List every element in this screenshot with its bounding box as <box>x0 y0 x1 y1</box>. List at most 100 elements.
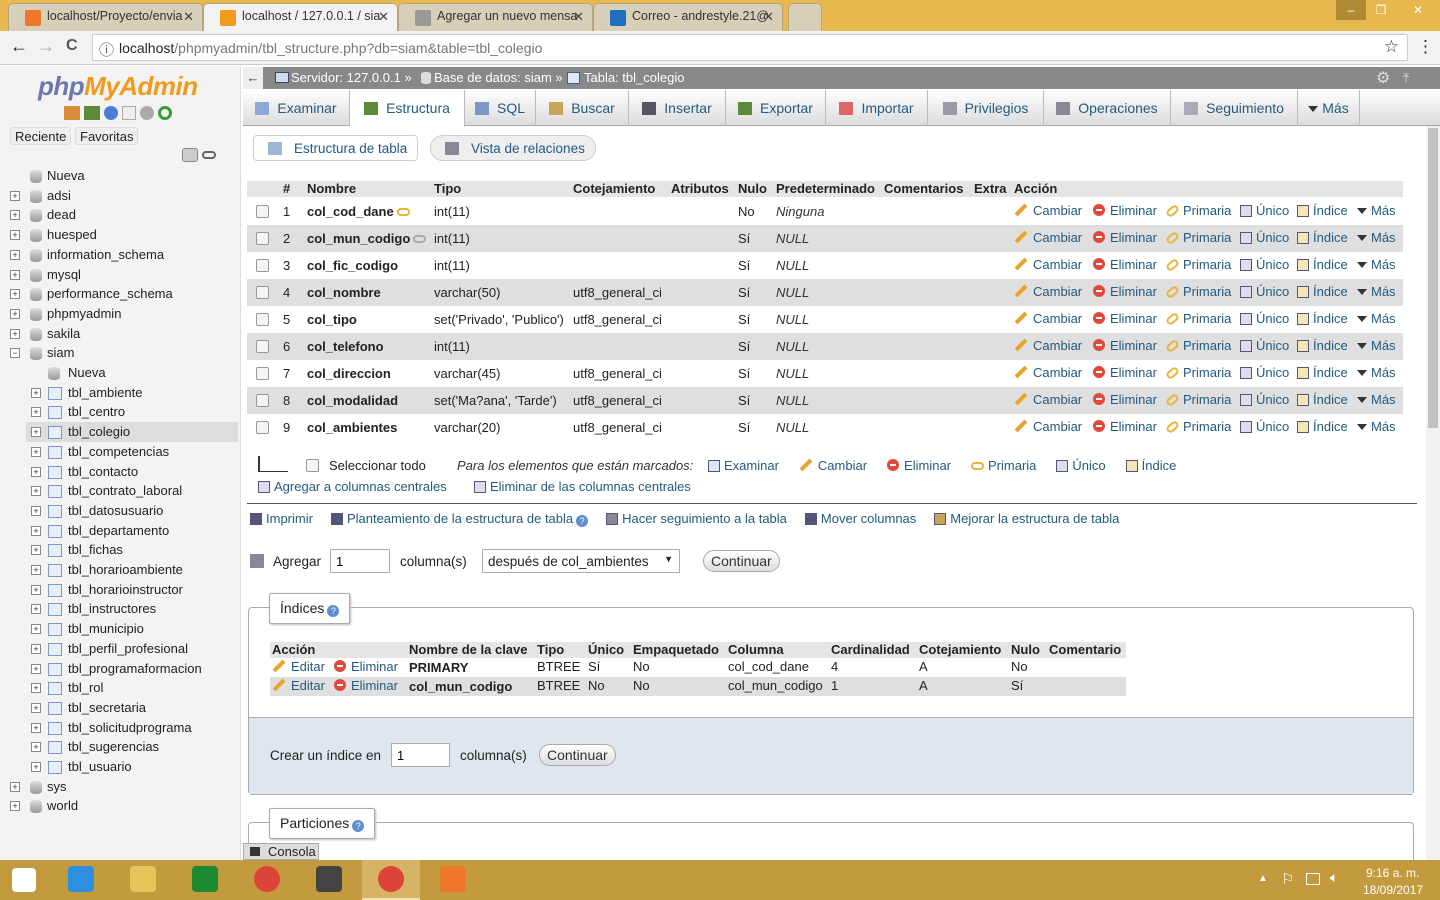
action-more-link[interactable]: Más <box>1357 284 1396 299</box>
column-position-select[interactable]: después de col_ambientes ▼ <box>482 549 680 573</box>
action-drop-link[interactable]: Eliminar <box>1093 230 1157 245</box>
column-header[interactable]: Nulo <box>738 181 767 196</box>
column-header[interactable]: # <box>283 181 290 196</box>
action-primary-link[interactable]: Primaria <box>1164 392 1231 408</box>
recent-button[interactable]: Reciente <box>10 127 72 145</box>
tree-item[interactable]: + tbl_solicitudprograma <box>26 718 238 738</box>
tree-item[interactable]: + tbl_datosusuario <box>26 501 238 521</box>
tab-estructura[interactable]: Estructura <box>350 90 465 127</box>
column-header[interactable]: Atributos <box>671 181 729 196</box>
browser-tab[interactable]: localhost / 127.0.0.1 / sia ✕ <box>203 3 398 31</box>
add-columns-continue-button[interactable]: Continuar <box>703 550 780 572</box>
clock-date[interactable]: 18/09/2017 <box>1363 883 1423 897</box>
phpmyadmin-logo[interactable]: phpMyAdmin <box>38 71 198 102</box>
tree-item[interactable]: + dead <box>0 205 238 225</box>
reload-navigation-icon[interactable] <box>158 106 172 120</box>
table-tool-link[interactable]: Imprimir <box>250 511 313 526</box>
action-index-link[interactable]: Índice <box>1297 338 1348 353</box>
action-unique-link[interactable]: Único <box>1240 230 1289 245</box>
collapse-all-icon[interactable] <box>182 148 198 162</box>
new-tab-button[interactable] <box>788 3 822 31</box>
expand-icon[interactable]: + <box>31 722 41 733</box>
volume-icon[interactable]: 🔈︎ <box>1330 869 1338 886</box>
expand-icon[interactable]: + <box>31 683 41 694</box>
action-unique-link[interactable]: Único <box>1240 338 1289 353</box>
network-icon[interactable] <box>1306 873 1320 885</box>
action-drop-link[interactable]: Eliminar <box>1093 338 1157 353</box>
expand-icon[interactable]: + <box>31 505 41 516</box>
taskbar-chrome-active-icon[interactable] <box>362 860 420 900</box>
help-icon[interactable] <box>104 106 118 120</box>
bulk-action-button[interactable]: Único <box>1056 458 1106 473</box>
action-change-link[interactable]: Cambiar <box>1014 419 1082 434</box>
taskbar-sublime-icon[interactable] <box>300 860 358 900</box>
drop-index-link[interactable]: Eliminar <box>334 678 398 693</box>
action-primary-link[interactable]: Primaria <box>1164 338 1231 354</box>
bulk-action-button[interactable]: Primaria <box>971 458 1036 473</box>
taskbar-xampp-icon[interactable] <box>424 860 482 900</box>
action-change-link[interactable]: Cambiar <box>1014 230 1082 245</box>
collapse-top-icon[interactable]: ⤒ <box>1403 67 1409 89</box>
tree-item[interactable]: + world <box>0 796 238 816</box>
tree-item[interactable]: + tbl_municipio <box>26 619 238 639</box>
create-index-count-input[interactable] <box>391 743 450 767</box>
restore-button[interactable]: ❐ <box>1366 0 1396 20</box>
column-header[interactable]: Tipo <box>434 181 461 196</box>
tree-item[interactable]: + mysql <box>0 265 238 285</box>
tree-item[interactable]: + sakila <box>0 324 238 344</box>
row-checkbox[interactable] <box>256 340 269 353</box>
action-center-flag-icon[interactable]: ⚐ <box>1281 870 1294 888</box>
drop-index-link[interactable]: Eliminar <box>334 659 398 674</box>
tab-insertar[interactable]: Insertar <box>629 90 726 126</box>
clock-time[interactable]: 9:16 a. m. <box>1366 866 1419 880</box>
tab-operaciones[interactable]: Operaciones <box>1044 90 1171 126</box>
action-drop-link[interactable]: Eliminar <box>1093 392 1157 407</box>
expand-icon[interactable]: + <box>10 801 20 812</box>
tree-item[interactable]: − siam <box>0 343 238 363</box>
column-header[interactable]: Extra <box>974 181 1007 196</box>
tab-examinar[interactable]: Examinar <box>243 90 350 126</box>
expand-icon[interactable]: + <box>31 525 41 536</box>
action-unique-link[interactable]: Único <box>1240 311 1289 326</box>
info-icon[interactable]: ⓘ <box>99 39 114 60</box>
console-toggle[interactable]: Consola <box>243 843 319 860</box>
breadcrumb-database[interactable]: Base de datos: siam » <box>434 67 563 89</box>
taskbar-chrome-icon[interactable] <box>238 860 296 900</box>
tree-item[interactable]: + tbl_perfil_profesional <box>26 639 238 659</box>
tree-item[interactable]: + tbl_rol <box>26 678 238 698</box>
minimize-button[interactable]: – <box>1336 0 1366 20</box>
action-unique-link[interactable]: Único <box>1240 284 1289 299</box>
action-drop-link[interactable]: Eliminar <box>1093 419 1157 434</box>
back-button[interactable]: ← <box>10 36 28 57</box>
table-tool-link[interactable]: Mejorar la estructura de tabla <box>934 511 1119 526</box>
breadcrumb-server[interactable]: Servidor: 127.0.0.1 » <box>291 67 412 89</box>
expand-icon[interactable]: + <box>31 565 41 575</box>
table-tool-link[interactable]: Planteamiento de la estructura de tabla? <box>330 511 589 527</box>
settings-gear-icon[interactable]: ⚙ <box>1376 68 1390 90</box>
edit-index-link[interactable]: Editar <box>272 678 325 693</box>
tree-item[interactable]: Nueva <box>26 363 238 383</box>
browser-tab[interactable]: Agregar un nuevo mensa ✕ <box>398 3 593 31</box>
action-more-link[interactable]: Más <box>1357 392 1396 407</box>
expand-icon[interactable]: + <box>10 269 20 280</box>
bulk-action-button[interactable]: Cambiar <box>799 458 867 473</box>
expand-icon[interactable]: + <box>31 604 41 615</box>
tab-sql[interactable]: SQL <box>465 90 536 126</box>
table-tool-link[interactable]: Mover columnas <box>804 511 916 526</box>
tree-item[interactable]: + tbl_fichas <box>26 540 238 560</box>
tree-item[interactable]: + tbl_instructores <box>26 599 238 619</box>
action-more-link[interactable]: Más <box>1357 311 1396 326</box>
row-checkbox[interactable] <box>256 421 269 434</box>
tree-item[interactable]: + tbl_programaformacion <box>26 659 238 679</box>
expand-icon[interactable]: + <box>31 407 41 418</box>
row-checkbox[interactable] <box>256 259 269 272</box>
tree-item[interactable]: + performance_schema <box>0 284 238 304</box>
tree-item[interactable]: + sys <box>0 777 238 797</box>
expand-icon[interactable]: + <box>31 387 41 398</box>
close-tab-icon[interactable]: ✕ <box>573 9 584 25</box>
add-central-columns-link[interactable]: Agregar a columnas centrales <box>258 479 447 494</box>
tree-item[interactable]: + tbl_contacto <box>26 462 238 482</box>
column-header[interactable]: Nombre <box>307 181 356 196</box>
taskbar-start-icon[interactable] <box>0 860 58 900</box>
action-more-link[interactable]: Más <box>1357 257 1396 272</box>
